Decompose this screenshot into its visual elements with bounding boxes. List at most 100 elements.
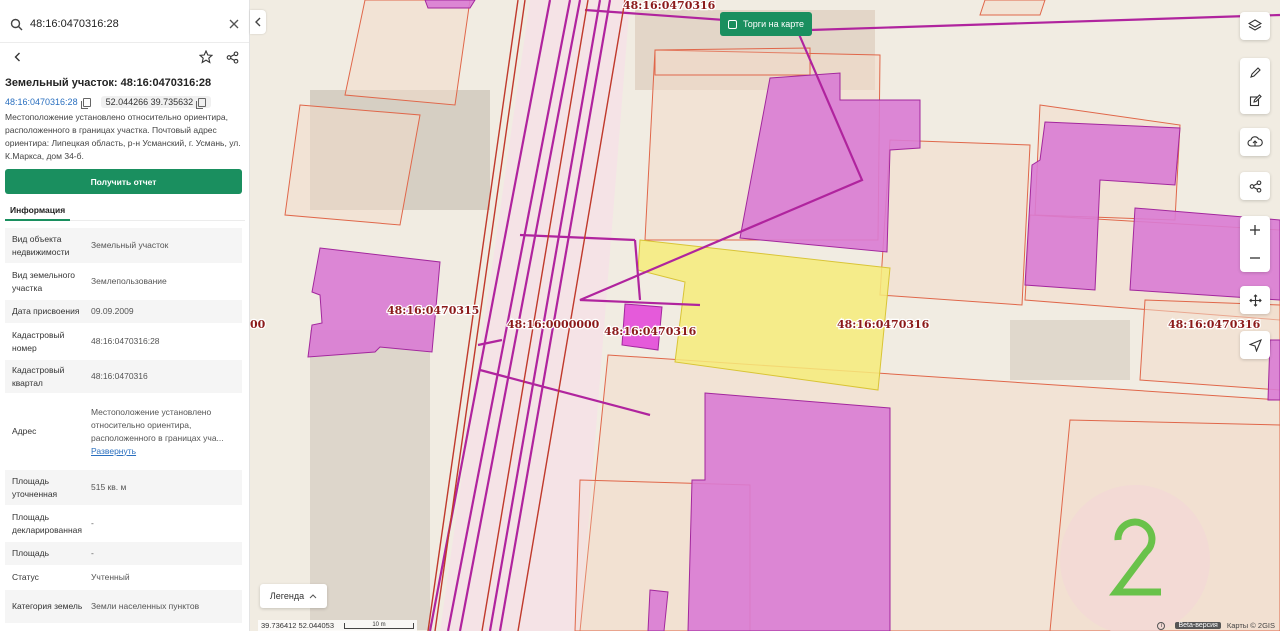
building <box>424 0 476 9</box>
building <box>647 589 669 631</box>
info-key: Дата присвоения <box>12 306 80 316</box>
layers-button[interactable] <box>1240 12 1270 40</box>
map-label: 00 <box>250 318 266 331</box>
get-report-button[interactable]: Получить отчет <box>5 169 242 194</box>
info-value: Земельный участок <box>91 240 169 250</box>
share-map-button[interactable] <box>1240 172 1270 200</box>
clear-search-icon[interactable] <box>226 16 242 32</box>
info-row: Категория земель Земли населенных пункто… <box>5 590 242 624</box>
base-building <box>1010 320 1130 380</box>
building <box>307 247 441 358</box>
info-key: Вид земельного участка <box>12 269 76 293</box>
info-row: Вид земельного участка Землепользование <box>5 264 242 300</box>
building <box>687 392 891 631</box>
search-input[interactable] <box>30 18 226 30</box>
scale-label: 10 m <box>372 621 386 628</box>
upload-button[interactable] <box>1240 128 1270 156</box>
info-key: Площадь декларированная <box>12 511 82 535</box>
layers-group <box>1240 12 1270 40</box>
info-key: Кадастровый номер <box>12 329 65 353</box>
location-description: Местоположение установлено относительно … <box>5 112 241 161</box>
panel-nav <box>0 45 249 69</box>
back-icon[interactable] <box>8 47 28 67</box>
info-value: 48:16:0470316:28 <box>91 336 160 346</box>
zoom-in-button[interactable] <box>1240 216 1270 244</box>
locate-button[interactable] <box>1240 331 1270 359</box>
map-label: 48:16:0470316 <box>1168 318 1261 331</box>
navigation-arrow-icon <box>1248 338 1262 352</box>
cadastral-number-link[interactable]: 48:16:0470316:28 <box>5 97 78 107</box>
share-icon <box>1249 179 1261 193</box>
divider <box>0 42 249 43</box>
search-bar <box>0 10 249 38</box>
info-value: Местоположение установлено относительно … <box>91 406 242 458</box>
base-building <box>310 330 430 630</box>
parcel <box>979 0 1046 16</box>
watermark-circle <box>1060 485 1210 631</box>
info-value: - <box>91 518 94 528</box>
pan-group <box>1240 286 1270 314</box>
checkbox-icon <box>728 19 737 29</box>
map-label: 48:16:0470316 <box>623 0 716 12</box>
info-value: Учтенный <box>91 572 130 582</box>
cursor-coordinates: 39.736412 52.044053 <box>261 621 334 630</box>
collapse-panel-button[interactable] <box>250 10 266 34</box>
coordinates-text: 52.044266 39.735632 <box>105 97 194 107</box>
info-row: Статус Учтенный <box>5 566 242 590</box>
parcel <box>654 47 811 76</box>
info-key: Статус <box>12 572 39 582</box>
share-group <box>1240 172 1270 200</box>
info-row: Площадь - <box>5 542 242 566</box>
zoom-group <box>1240 216 1270 272</box>
info-key: Площадь уточненная <box>12 475 58 499</box>
pan-button[interactable] <box>1240 286 1270 314</box>
draw-group <box>1240 58 1270 114</box>
star-icon[interactable] <box>196 47 216 67</box>
share-icon[interactable] <box>222 47 242 67</box>
info-key: Категория земель <box>12 601 83 611</box>
edit-button[interactable] <box>1240 86 1270 114</box>
info-row: Площадь уточненная 515 кв. м <box>5 470 242 506</box>
info-key: Адрес <box>12 426 37 436</box>
map-label: 48:16:0470316 <box>604 325 697 338</box>
chevron-up-icon <box>309 594 317 599</box>
chevron-left-icon <box>255 17 261 27</box>
info-row: Кадастровый квартал 48:16:0470316 <box>5 360 242 394</box>
info-value: Землепользование <box>91 276 167 286</box>
parcel <box>284 104 421 226</box>
map-canvas[interactable]: 48:16:0470316 48:16:0470315 48:16:000000… <box>250 0 1280 631</box>
expand-address-link[interactable]: Развернуть <box>91 445 236 458</box>
auction-toggle[interactable]: Торги на карте <box>720 12 813 36</box>
info-row: Кадастровый номер 48:16:0470316:28 <box>5 324 242 360</box>
info-row: Площадь декларированная - <box>5 506 242 542</box>
layers-icon <box>1248 19 1262 31</box>
info-value: Земли населенных пунктов <box>91 601 200 611</box>
tab-information[interactable]: Информация <box>5 200 71 221</box>
legend-label: Легенда <box>269 591 305 601</box>
zoom-out-button[interactable] <box>1240 244 1270 272</box>
info-row-address: Адрес Местоположение установлено относит… <box>5 394 242 470</box>
info-value: - <box>91 548 94 558</box>
copy-coordinates-icon[interactable] <box>196 97 207 109</box>
copy-number-icon[interactable] <box>80 97 91 109</box>
map-label: 48:16:0470316 <box>837 318 930 331</box>
map-label: 48:16:0470315 <box>387 304 479 317</box>
scale-bar: 10 m <box>344 621 414 629</box>
info-icon[interactable]: i <box>1157 621 1166 630</box>
ruler-button[interactable] <box>1240 58 1270 86</box>
plus-icon <box>1250 225 1260 235</box>
attribution-text[interactable]: Карты © 2GIS <box>1227 621 1275 630</box>
info-value: 09.09.2009 <box>91 306 134 316</box>
pencil-icon <box>1249 66 1261 78</box>
cadastral-map[interactable]: 48:16:0470316 48:16:0470315 48:16:000000… <box>250 0 1280 631</box>
info-value: 48:16:0470316 <box>91 371 148 381</box>
info-key: Площадь <box>12 548 50 558</box>
upload-group <box>1240 128 1270 156</box>
parcel <box>344 0 471 106</box>
info-row: Вид объекта недвижимости Земельный участ… <box>5 228 242 264</box>
locate-group <box>1240 331 1270 359</box>
edit-icon <box>1249 93 1262 106</box>
legend-button[interactable]: Легенда <box>260 584 327 608</box>
info-value: 515 кв. м <box>91 482 127 492</box>
parcel <box>879 139 1031 306</box>
